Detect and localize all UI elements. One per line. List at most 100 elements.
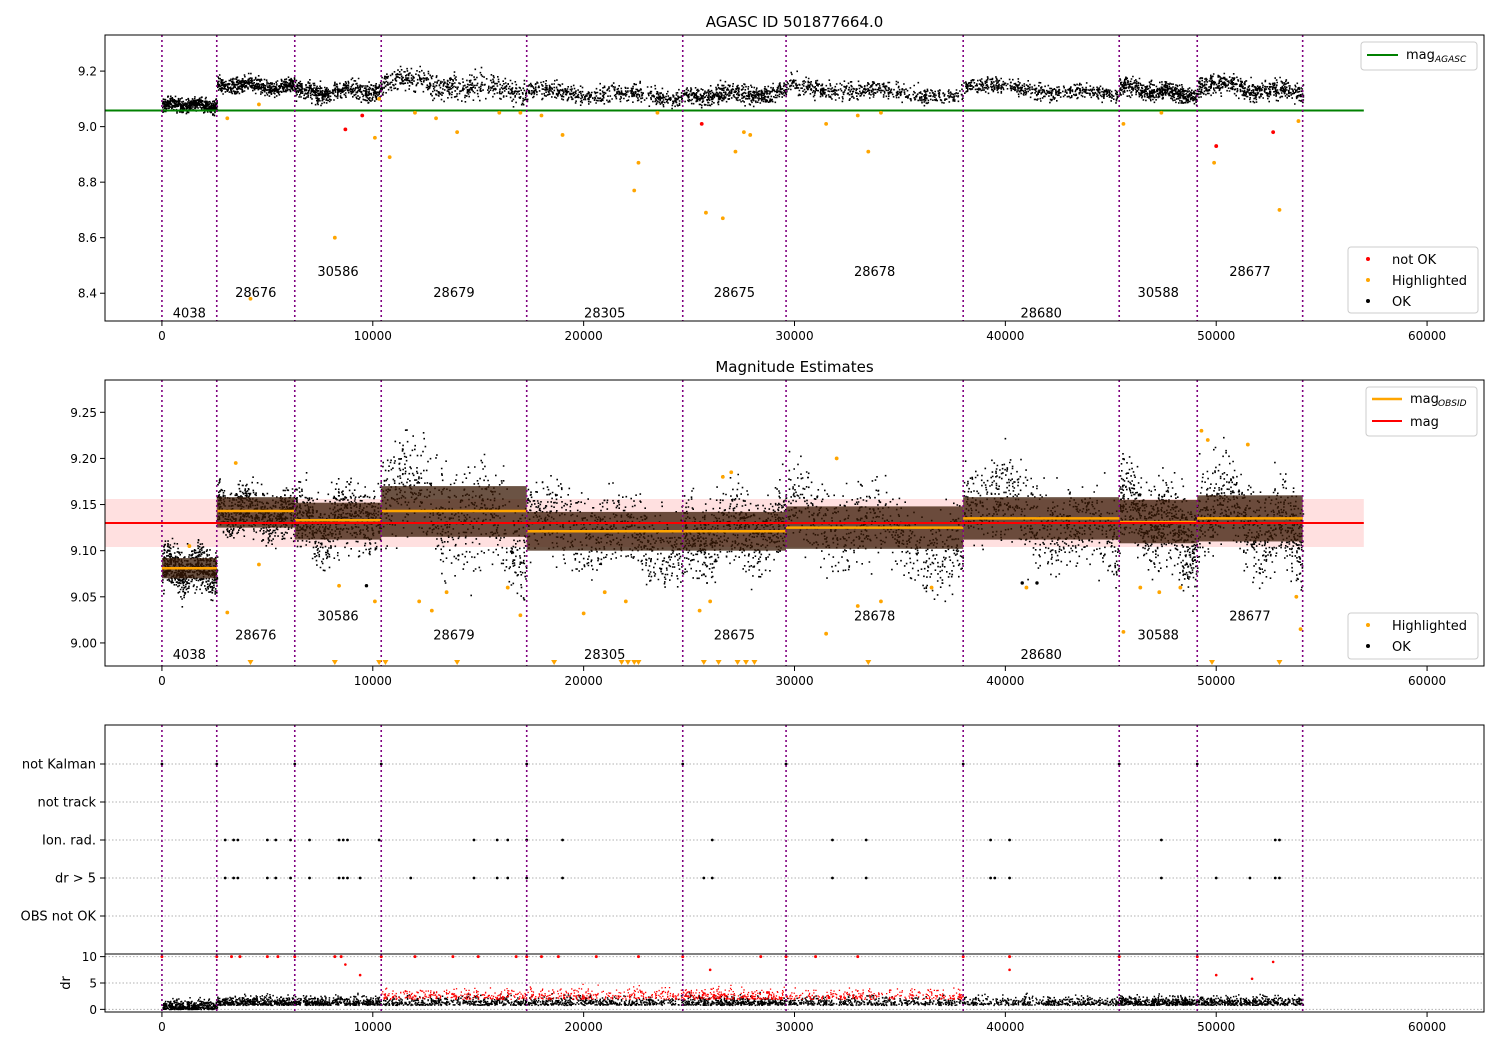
- flag-point-3-3: [265, 876, 269, 880]
- panel-1-obsid-label-28305: 28305: [584, 307, 625, 322]
- flag-row-label-4: OBS not OK: [21, 910, 97, 925]
- panel-4-xtick-label-3: 30000: [775, 1020, 813, 1034]
- flag-point-3-11: [409, 876, 413, 880]
- panel-2-highlighted-point-12: [602, 590, 607, 595]
- panel-2-highlighted-point-24: [1121, 629, 1126, 634]
- dr-mid-point-5: [1250, 977, 1254, 981]
- panel-4-xtick-label-4: 40000: [986, 1020, 1024, 1034]
- panel-1-highlighted-point-21: [748, 133, 753, 137]
- dr-saturated-point-2: [230, 955, 234, 959]
- panel-1-highlighted-point-17: [704, 210, 708, 215]
- panel-2-highlighted-point-5: [372, 599, 377, 604]
- panel-2-highlighted-point-14: [697, 608, 702, 613]
- panel-2-obsid-label-28676: 28676: [235, 629, 276, 644]
- flag-point-2-5: [289, 838, 292, 842]
- panel-2-obsid-label-28675: 28675: [714, 629, 755, 644]
- panel-2-ok-point-1: [1020, 581, 1024, 585]
- flag-point-3-17: [702, 876, 706, 880]
- flag-point-3-25: [1214, 876, 1218, 880]
- panel-1-title: AGASC ID 501877664.0: [706, 13, 884, 31]
- panel-2-legend-marker-1: [1366, 644, 1370, 648]
- flag-point-0-1: [215, 762, 219, 766]
- panel-1-ytick-label-1: 8.6: [78, 231, 97, 245]
- panel-1-highlighted-point-13: [560, 133, 565, 137]
- panel-2-highlighted-point-27: [1178, 585, 1183, 590]
- panel-2-xtick-label-6: 60000: [1408, 674, 1446, 688]
- panel-2-highlighted-point-22: [929, 585, 934, 590]
- legend-mag-obsid-subscript: OBSID: [1438, 399, 1467, 409]
- panel-2-obsid-label-30588: 30588: [1138, 629, 1179, 644]
- flag-point-0-9: [1195, 762, 1199, 766]
- panel-2-ytick-label-0: 9.00: [70, 636, 97, 650]
- flag-point-3-22: [993, 876, 997, 880]
- panel-2-xtick-label-4: 40000: [986, 674, 1024, 688]
- flag-point-2-6: [308, 838, 311, 842]
- flag-point-2-8: [341, 838, 345, 842]
- panel-1-highlighted-point-23: [855, 113, 860, 118]
- flag-point-2-9: [346, 838, 349, 842]
- flag-point-0-7: [961, 762, 965, 766]
- panel-1-highlighted-point-19: [733, 149, 738, 154]
- panel-1-xtick-label-1: 10000: [354, 329, 392, 343]
- panel-1-highlighted-point-18: [720, 216, 725, 221]
- dr-saturated-point-15: [539, 955, 543, 959]
- panel-1-xtick-label-5: 50000: [1197, 329, 1235, 343]
- flag-point-2-13: [506, 838, 510, 842]
- flag-point-0-5: [681, 762, 685, 766]
- flag-point-0-8: [1117, 762, 1121, 766]
- dr-axis-label: dr: [59, 976, 74, 990]
- panel-1-highlighted-point-26: [1121, 121, 1126, 126]
- dr-saturated-point-20: [759, 955, 763, 959]
- flag-point-3-24: [1159, 876, 1163, 880]
- dr-saturated-point-22: [814, 955, 818, 959]
- panel-2-highlighted-point-18: [824, 631, 829, 636]
- panel-1-ytick-label-4: 9.2: [78, 65, 97, 79]
- panel-1-highlighted-point-0: [225, 116, 230, 121]
- panel-2-obsid-label-28677: 28677: [1229, 609, 1270, 624]
- panel-1-highlighted-point-9: [455, 130, 460, 135]
- flag-point-2-19: [989, 838, 992, 842]
- panel-1-highlighted-point-29: [1277, 208, 1282, 212]
- panel-1-highlighted-point-27: [1159, 110, 1164, 115]
- panel-2-obsid-label-4038: 4038: [173, 648, 206, 663]
- panel-2-highlighted-point-26: [1157, 590, 1162, 595]
- panel-2-highlighted-point-7: [429, 608, 434, 613]
- panel-1-obsid-label-4038: 4038: [173, 307, 206, 322]
- panel-1-obsid-label-28677: 28677: [1229, 265, 1270, 280]
- panel-1-highlighted-point-15: [636, 160, 641, 165]
- dr-saturated-point-8: [339, 955, 343, 959]
- panel-1-xtick-label-2: 20000: [565, 329, 603, 343]
- panel-4-xtick-label-6: 60000: [1408, 1020, 1446, 1034]
- dr-saturated-point-23: [856, 955, 860, 959]
- panel-1-xtick-label-0: 0: [158, 329, 166, 343]
- panel-2-highlighted-point-3: [257, 562, 261, 567]
- flag-point-0-2: [293, 762, 297, 766]
- panel-1-highlighted-point-2: [257, 102, 261, 107]
- flag-point-2-18: [864, 838, 868, 842]
- panel-2-highlighted-point-0: [187, 544, 192, 548]
- flag-point-3-10: [358, 876, 362, 880]
- panel-1-ytick-label-2: 8.8: [78, 176, 97, 190]
- panel-1-highlighted-point-5: [377, 96, 382, 101]
- panel-1-not-ok-point-1: [360, 113, 365, 118]
- panel-2-ytick-label-3: 9.15: [70, 498, 97, 512]
- panel-2-highlighted-point-25: [1138, 585, 1143, 590]
- flag-point-3-23: [1008, 876, 1011, 880]
- panel-2-highlighted-point-29: [1205, 438, 1210, 442]
- panel-1-obsid-label-28680: 28680: [1021, 307, 1062, 322]
- flag-point-2-23: [1278, 838, 1281, 842]
- flag-point-3-16: [561, 876, 564, 880]
- flag-row-label-3: dr > 5: [55, 872, 96, 887]
- panel-2-highlighted-point-2: [233, 461, 238, 465]
- panel-2-highlighted-point-31: [1294, 594, 1299, 599]
- flag-point-2-15: [561, 838, 564, 842]
- flag-point-2-7: [337, 838, 341, 842]
- panel-2-ytick-label-4: 9.20: [70, 452, 97, 466]
- panel-1-not-ok-point-4: [1271, 130, 1276, 135]
- panel-2-xtick-label-5: 50000: [1197, 674, 1235, 688]
- dr-mid-point-2: [708, 968, 712, 972]
- dr-saturated-point-17: [594, 955, 598, 959]
- panel-2-obsid-label-28305: 28305: [584, 648, 625, 663]
- panel-1-legend-label-2: OK: [1392, 295, 1411, 310]
- panel-2-ytick-label-2: 9.10: [70, 544, 97, 558]
